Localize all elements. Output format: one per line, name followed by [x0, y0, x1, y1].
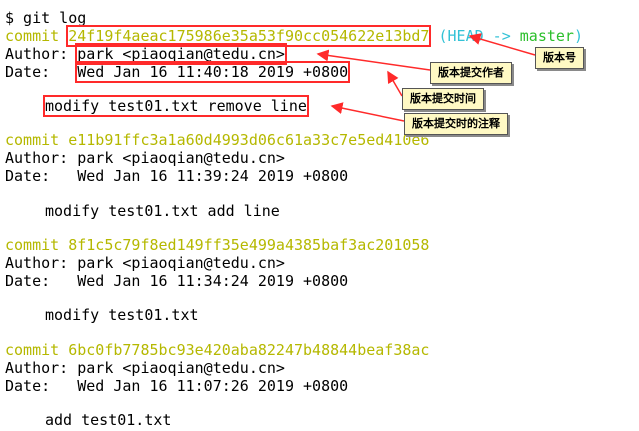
ref-open: (: [438, 27, 448, 45]
date-label: Date:: [5, 167, 51, 185]
commit-keyword: commit: [5, 27, 60, 45]
message-value: modify test01.txt: [45, 306, 199, 324]
commit-line: commit 6bc0fb7785bc93e420aba82247b48844b…: [5, 341, 429, 359]
message-value-highlighted: modify test01.txt remove line: [43, 95, 309, 117]
head-ref: HEAD ->: [447, 27, 520, 45]
date-line: Date: Wed Jan 16 11:34:24 2019 +0800: [5, 272, 348, 290]
author-label: Author:: [5, 254, 69, 272]
commit-hash: e11b91ffc3a1a60d4993d06c61a33c7e5ed410e6: [68, 131, 430, 149]
author-label: Author:: [5, 149, 69, 167]
message-value: modify test01.txt add line: [45, 202, 280, 220]
commit-keyword: commit: [5, 236, 60, 254]
author-label: Author:: [5, 359, 69, 377]
author-line: Author: park <piaoqian@tedu.cn>: [5, 359, 285, 377]
date-value-highlighted: Wed Jan 16 11:40:18 2019 +0800: [75, 61, 351, 83]
date-label: Date:: [5, 272, 51, 290]
date-value: Wed Jan 16 11:07:26 2019 +0800: [77, 377, 349, 395]
ref-close: ): [573, 27, 583, 45]
date-line: Date: Wed Jan 16 11:07:26 2019 +0800: [5, 377, 348, 395]
commit-line: commit e11b91ffc3a1a60d4993d06c61a33c7e5…: [5, 131, 429, 149]
annotation-time: 版本提交时间: [402, 88, 484, 110]
commit-line: commit 24f19f4aeac175986e35a53f90cc05462…: [5, 25, 583, 47]
annotation-message: 版本提交时的注释: [404, 113, 508, 135]
commit-hash-highlighted: 24f19f4aeac175986e35a53f90cc054622e13bd7: [66, 25, 432, 47]
commit-keyword: commit: [5, 131, 60, 149]
date-line: Date: Wed Jan 16 11:39:24 2019 +0800: [5, 167, 348, 185]
date-value: Wed Jan 16 11:34:24 2019 +0800: [77, 272, 349, 290]
prompt-line: $ git log: [5, 9, 86, 27]
date-label: Date:: [5, 63, 51, 81]
annotation-author: 版本提交作者: [430, 62, 512, 84]
date-value: Wed Jan 16 11:39:24 2019 +0800: [77, 167, 349, 185]
message-line: modify test01.txt: [45, 306, 199, 324]
author-line: Author: park <piaoqian@tedu.cn>: [5, 254, 285, 272]
author-value: park <piaoqian@tedu.cn>: [77, 149, 285, 167]
annotation-version: 版本号: [535, 47, 584, 69]
date-label: Date:: [5, 377, 51, 395]
commit-hash: 8f1c5c79f8ed149ff35e499a4385baf3ac201058: [68, 236, 430, 254]
author-label: Author:: [5, 45, 69, 63]
date-line: Date: Wed Jan 16 11:40:18 2019 +0800: [5, 61, 351, 83]
message-value: add test01.txt: [45, 411, 172, 429]
author-value: park <piaoqian@tedu.cn>: [77, 254, 285, 272]
message-line: add test01.txt: [45, 411, 171, 429]
commit-line: commit 8f1c5c79f8ed149ff35e499a4385baf3a…: [5, 236, 429, 254]
author-line: Author: park <piaoqian@tedu.cn>: [5, 43, 287, 65]
message-line: modify test01.txt remove line: [43, 95, 309, 117]
author-value-highlighted: park <piaoqian@tedu.cn>: [75, 43, 287, 65]
author-value: park <piaoqian@tedu.cn>: [77, 359, 285, 377]
branch-ref: master: [519, 27, 574, 45]
prompt-text: $ git log: [5, 9, 87, 27]
message-line: modify test01.txt add line: [45, 202, 280, 220]
author-line: Author: park <piaoqian@tedu.cn>: [5, 149, 285, 167]
commit-hash: 6bc0fb7785bc93e420aba82247b48844beaf38ac: [68, 341, 430, 359]
commit-keyword: commit: [5, 341, 60, 359]
